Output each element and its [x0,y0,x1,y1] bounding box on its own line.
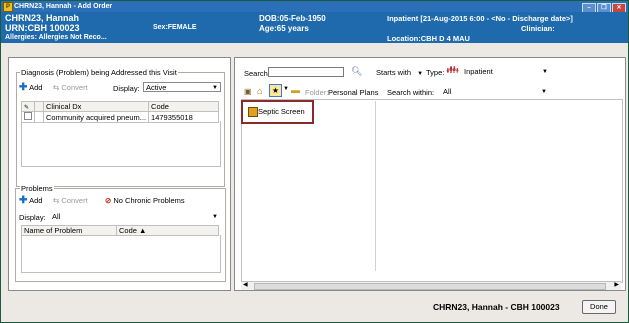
patient-name: CHRN23, Hannah [5,13,80,23]
search-within-select[interactable]: All ▼ [440,86,550,96]
problems-display-label: Display: [19,213,46,222]
diagnosis-table-empty-area [21,121,221,167]
scroll-left-icon[interactable]: ◀ [243,281,248,288]
diagnosis-add-button[interactable]: ✚ Add [19,82,42,93]
plus-icon: ✚ [19,195,28,206]
search-input[interactable] [268,67,344,77]
search-label: Search: [244,69,270,78]
starts-with-select[interactable]: Starts with ▼ [376,68,423,77]
clinician-label: Clinician: [521,24,555,33]
no-chronic-problems-button[interactable]: ⊘ No Chronic Problems [105,196,185,205]
folder-icon[interactable]: ▬ [291,85,300,95]
done-button[interactable]: Done [582,300,616,314]
diagnosis-group-title: Diagnosis (Problem) being Addressed this… [20,68,178,77]
no-chronic-icon: ⊘ [105,196,112,205]
search-within-label: Search within: [387,88,435,97]
add-order-window: P CHRN23, Hannah - Add Order – ❐ ✕ CHRN23,… [0,0,629,323]
problems-group-title: Problems [20,184,54,193]
problem-name-header[interactable]: Name of Problem [21,225,117,236]
chevron-down-icon: ▼ [417,71,424,77]
problems-header-row: Name of Problem Code ▲ [21,225,219,236]
patient-banner: CHRN23, Hannah URN:CBH 100023 Allergies:… [1,12,628,43]
diagnosis-convert-button[interactable]: ⇆ Convert [53,83,88,92]
scrollbar-thumb[interactable] [254,283,606,290]
plan-item-septic-screen[interactable]: Septic Screen [248,107,305,118]
problems-convert-button[interactable]: ⇆ Convert [53,196,88,205]
folder-label: Folder: [305,88,329,97]
diagnosis-display-label: Display: [113,84,140,93]
patient-allergies[interactable]: Allergies: Allergies Not Reco... [5,34,107,41]
checkbox-column-header: ✎ [21,101,35,112]
back-icon[interactable]: ▣ [244,87,252,96]
problems-table-empty-area [21,235,221,273]
folder-value: Personal Plans [328,88,379,97]
diagnosis-table: ✎ Clinical Dx Code Community acquired pn… [21,101,219,123]
problem-code-header[interactable]: Code ▲ [116,225,219,236]
diagnosis-header-row: ✎ Clinical Dx Code [21,101,219,112]
left-pane: Diagnosis (Problem) being Addressed this… [8,57,231,291]
row-checkbox[interactable] [24,112,32,120]
clinical-dx-header[interactable]: Clinical Dx [42,101,150,112]
edit-icon: ✎ [24,105,30,111]
type-label: Type: [426,68,445,77]
chevron-down-icon: ▼ [542,69,548,75]
search-icon[interactable]: 🔍︎ [351,66,362,77]
home-icon[interactable]: ⌂ [257,86,262,96]
scroll-right-icon[interactable]: ▶ [614,281,619,288]
type-select[interactable]: Inpatient ▼ [461,66,551,76]
app-icon: P [3,2,13,12]
convert-icon: ⇆ [53,83,60,92]
chevron-down-icon: ▼ [541,89,547,95]
code-header[interactable]: Code [148,101,219,112]
window-title: CHRN23, Hannah - Add Order [14,3,113,10]
problems-add-button[interactable]: ✚ Add [19,195,42,206]
chevron-down-icon: ▼ [212,85,218,91]
horizontal-scrollbar[interactable]: ◀ ▶ [241,281,621,290]
favorites-folder-icon[interactable]: ★ [269,84,282,97]
patient-sex: Sex:FEMALE [153,24,197,31]
convert-icon: ⇆ [53,196,60,205]
problems-display-select[interactable]: All ▼ [49,211,221,221]
patient-type-icon: 👪︎ [446,65,459,76]
chevron-down-icon[interactable]: ▼ [283,86,289,92]
title-bar: P CHRN23, Hannah - Add Order – ❐ ✕ [1,1,628,13]
patient-location: Location:CBH D 4 MAU [387,34,470,43]
patient-urn: URN:CBH 100023 [5,23,80,33]
order-set-icon [248,107,258,118]
footer-patient-label: CHRN23, Hannah - CBH 100023 [433,302,560,312]
chevron-down-icon: ▼ [212,214,218,220]
diagnosis-display-select[interactable]: Active ▼ [143,82,221,92]
patient-age: Age:65 years [259,24,309,33]
patient-dob: DOB:05-Feb-1950 [259,14,326,23]
pane-divider[interactable] [375,101,376,271]
plus-icon: ✚ [19,82,28,93]
right-pane: Search: 🔍︎ Starts with ▼ Type: 👪︎ Inpati… [234,57,626,291]
encounter-info: Inpatient [21-Aug-2015 6:00 - <No - Disc… [387,14,573,23]
plans-list-area [241,99,623,283]
